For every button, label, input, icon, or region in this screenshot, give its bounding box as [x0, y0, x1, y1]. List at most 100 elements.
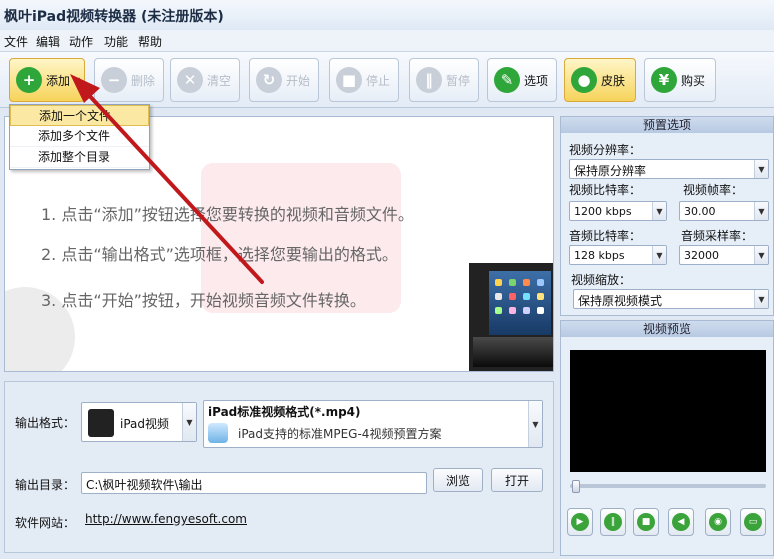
menu-item-add-multiple-files[interactable]: 添加多个文件 — [10, 126, 149, 147]
add-dropdown-menu: 添加一个文件 添加多个文件 添加整个目录 — [9, 104, 150, 170]
options-button-label: 选项 — [524, 73, 549, 88]
sample-rate-select[interactable]: 32000 ▼ — [679, 245, 769, 265]
chevron-down-icon: ▼ — [182, 403, 196, 441]
menu-item-add-directory[interactable]: 添加整个目录 — [10, 147, 149, 168]
camera-icon: ◉ — [709, 513, 727, 531]
sample-rate-value: 32000 — [684, 249, 719, 262]
website-label: 软件网站： — [15, 516, 76, 530]
instruction-step-2: 2. 点击“输出格式”选项框，选择您要输出的格式。 — [41, 245, 398, 264]
output-settings-panel: 输出格式： iPad视频 ▼ iPad标准视频格式(*.mp4) iPad支持的… — [4, 381, 554, 553]
minus-icon: − — [101, 67, 127, 93]
format-select[interactable]: iPad标准视频格式(*.mp4) iPad支持的标准MPEG-4视频预置方案 … — [203, 400, 543, 448]
menu-item-add-one-file[interactable]: 添加一个文件 — [10, 105, 149, 126]
pause-button[interactable]: ‖ 暂停 — [409, 58, 479, 102]
video-scale-select[interactable]: 保持原视频模式 ▼ — [573, 289, 769, 309]
sample-rate-label: 音频采样率： — [681, 229, 754, 243]
chevron-down-icon: ▼ — [528, 401, 542, 447]
seek-slider-handle[interactable] — [572, 480, 580, 493]
skin-button[interactable]: ● 皮肤 — [564, 58, 636, 102]
output-format-label: 输出格式： — [15, 416, 76, 430]
output-dir-input[interactable]: C:\枫叶视频软件\输出 — [81, 472, 427, 494]
audio-bitrate-value: 128 kbps — [574, 249, 625, 262]
stop-button[interactable]: ■ 停止 — [329, 58, 399, 102]
device-select-value: iPad视频 — [120, 417, 170, 431]
frame-rate-value: 30.00 — [684, 205, 716, 218]
window-title: 枫叶iPad视频转换器 (未注册版本) — [4, 9, 224, 25]
speaker-icon: ◀ — [672, 513, 690, 531]
ipad-icon — [88, 409, 114, 437]
open-button[interactable]: 打开 — [491, 468, 543, 492]
pause-preview-button[interactable]: ‖ — [600, 508, 626, 536]
open-folder-button[interactable]: ▭ — [740, 508, 766, 536]
snapshot-button[interactable]: ◉ — [705, 508, 731, 536]
video-bitrate-select[interactable]: 1200 kbps ▼ — [569, 201, 667, 221]
video-resolution-value: 保持原分辨率 — [574, 164, 647, 178]
seek-slider-track[interactable] — [570, 484, 766, 488]
chevron-down-icon: ▼ — [754, 246, 768, 264]
buy-button-label: 购买 — [681, 73, 706, 88]
preset-panel-title: 预置选项 — [561, 117, 773, 133]
video-scale-value: 保持原视频模式 — [578, 294, 663, 308]
buy-button[interactable]: ¥ 购买 — [644, 58, 716, 102]
cart-icon: ¥ — [651, 67, 677, 93]
options-button[interactable]: ✎ 选项 — [487, 58, 557, 102]
stop-icon: ■ — [637, 513, 655, 531]
delete-button-label: 删除 — [131, 73, 156, 88]
menu-edit[interactable]: 编辑 — [36, 33, 60, 50]
device-select[interactable]: iPad视频 ▼ — [81, 402, 197, 442]
chevron-down-icon: ▼ — [754, 160, 768, 178]
title-bar: 枫叶iPad视频转换器 (未注册版本) — [0, 0, 774, 30]
plus-icon: + — [16, 67, 42, 93]
format-name: iPad标准视频格式(*.mp4) — [208, 405, 361, 419]
pause-icon: ‖ — [416, 67, 442, 93]
toolbar: + 添加 ▼ − 删除 ✕ 清空 ↻ 开始 ■ 停止 ‖ 暂停 ✎ 选项 ● 皮… — [0, 52, 774, 108]
format-icon — [208, 423, 228, 443]
volume-button[interactable]: ◀ — [668, 508, 694, 536]
preview-panel-title: 视频预览 — [561, 321, 773, 337]
preset-options-panel: 预置选项 视频分辨率： 保持原分辨率 ▼ 视频比特率： 视频帧率： 1200 k… — [560, 116, 774, 316]
chevron-down-icon: ▼ — [754, 202, 768, 220]
delete-button[interactable]: − 删除 — [94, 58, 164, 102]
add-button[interactable]: + 添加 ▼ — [9, 58, 85, 102]
audio-bitrate-label: 音频比特率： — [569, 229, 642, 243]
clear-button-label: 清空 — [207, 73, 232, 88]
apple-icon: ● — [571, 67, 597, 93]
menu-function[interactable]: 功能 — [104, 33, 128, 50]
chevron-down-icon: ▼ — [74, 75, 81, 85]
menu-action[interactable]: 动作 — [69, 33, 93, 50]
chevron-down-icon: ▼ — [652, 246, 666, 264]
clear-button[interactable]: ✕ 清空 — [170, 58, 240, 102]
video-bitrate-value: 1200 kbps — [574, 205, 632, 218]
chevron-down-icon: ▼ — [652, 202, 666, 220]
video-preview-screen — [570, 350, 766, 472]
instruction-step-3: 3. 点击“开始”按钮，开始视频音频文件转换。 — [41, 291, 366, 310]
stop-icon: ■ — [336, 67, 362, 93]
menu-help[interactable]: 帮助 — [138, 33, 162, 50]
pause-icon: ‖ — [604, 513, 622, 531]
audio-bitrate-select[interactable]: 128 kbps ▼ — [569, 245, 667, 265]
video-bitrate-label: 视频比特率： — [569, 183, 642, 197]
format-description: iPad支持的标准MPEG-4视频预置方案 — [238, 427, 442, 441]
stop-preview-button[interactable]: ■ — [633, 508, 659, 536]
stop-button-label: 停止 — [366, 73, 391, 88]
frame-rate-select[interactable]: 30.00 ▼ — [679, 201, 769, 221]
start-button-label: 开始 — [286, 73, 311, 88]
close-icon: ✕ — [177, 67, 203, 93]
video-resolution-select[interactable]: 保持原分辨率 ▼ — [569, 159, 769, 179]
menu-file[interactable]: 文件 — [4, 33, 28, 50]
skin-button-label: 皮肤 — [601, 73, 626, 88]
ipad-image — [469, 263, 553, 371]
start-button[interactable]: ↻ 开始 — [249, 58, 319, 102]
tools-icon: ✎ — [494, 67, 520, 93]
browse-button[interactable]: 浏览 — [433, 468, 483, 492]
frame-rate-label: 视频帧率： — [683, 183, 744, 197]
website-link[interactable]: http://www.fengyesoft.com — [85, 512, 247, 526]
video-resolution-label: 视频分辨率： — [569, 143, 642, 157]
refresh-icon: ↻ — [256, 67, 282, 93]
play-button[interactable]: ▶ — [567, 508, 593, 536]
chevron-down-icon: ▼ — [754, 290, 768, 308]
add-button-label: 添加 — [46, 73, 71, 88]
menu-bar: 文件 编辑 动作 功能 帮助 — [0, 30, 774, 52]
instruction-step-1: 1. 点击“添加”按钮选择您要转换的视频和音频文件。 — [41, 205, 414, 224]
output-dir-label: 输出目录： — [15, 478, 76, 492]
